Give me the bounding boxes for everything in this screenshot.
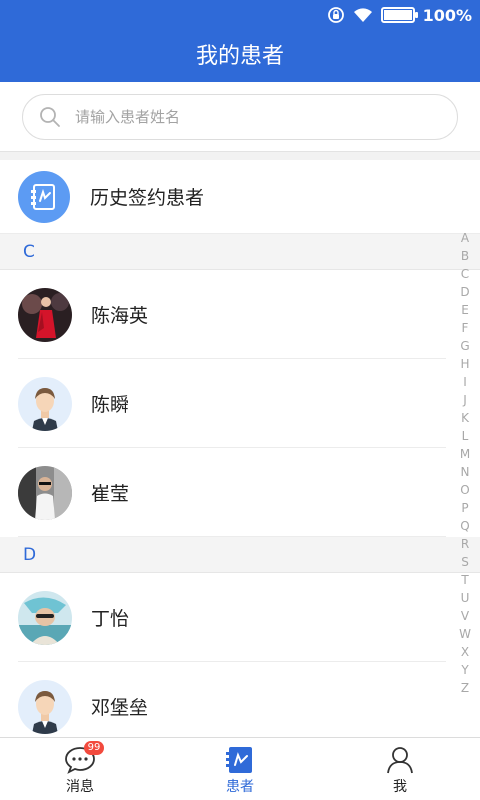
unread-badge: 99 bbox=[84, 741, 104, 755]
index-letter[interactable]: A bbox=[461, 229, 469, 247]
index-letter[interactable]: N bbox=[461, 463, 470, 481]
bottom-tab-bar: 99 消息 患者 我 bbox=[0, 737, 480, 800]
patient-row[interactable]: 陈海英 bbox=[0, 270, 480, 359]
page-title: 我的患者 bbox=[195, 44, 284, 69]
search-input[interactable] bbox=[75, 108, 415, 126]
history-label: 历史签约患者 bbox=[90, 187, 205, 209]
contract-book-icon bbox=[18, 170, 70, 223]
patient-row[interactable]: 崔莹 bbox=[0, 448, 480, 537]
index-letter[interactable]: Y bbox=[461, 661, 468, 679]
battery-level bbox=[383, 10, 412, 20]
index-letter[interactable]: Z bbox=[461, 679, 469, 697]
index-letter[interactable]: X bbox=[461, 643, 469, 661]
index-letter[interactable]: R bbox=[461, 535, 469, 553]
index-letter[interactable]: F bbox=[462, 319, 469, 337]
avatar bbox=[18, 590, 72, 645]
search-area bbox=[0, 82, 480, 152]
search-box[interactable] bbox=[22, 94, 458, 140]
wifi-icon bbox=[353, 7, 373, 23]
index-letter[interactable]: K bbox=[461, 409, 469, 427]
index-letter[interactable]: J bbox=[463, 391, 467, 409]
section-header-d: D bbox=[0, 537, 480, 573]
patient-name: 陈瞬 bbox=[91, 394, 130, 416]
index-letter[interactable]: S bbox=[461, 553, 469, 571]
battery-percentage: 100% bbox=[422, 5, 472, 25]
index-letter[interactable]: I bbox=[463, 373, 467, 391]
patient-row[interactable]: 陈瞬 bbox=[0, 359, 480, 448]
history-signed-patients[interactable]: 历史签约患者 bbox=[0, 160, 480, 234]
index-letter[interactable]: V bbox=[461, 607, 469, 625]
section-header-c: C bbox=[0, 234, 480, 270]
index-letter[interactable]: D bbox=[460, 283, 469, 301]
index-letter[interactable]: G bbox=[460, 337, 469, 355]
avatar bbox=[18, 287, 72, 342]
tab-label: 我 bbox=[393, 779, 407, 795]
index-letter[interactable]: E bbox=[461, 301, 469, 319]
rotation-lock-icon bbox=[327, 6, 345, 24]
avatar bbox=[18, 679, 72, 734]
index-letter[interactable]: P bbox=[461, 499, 468, 517]
search-icon bbox=[40, 107, 60, 127]
status-bar: 100% bbox=[327, 4, 472, 26]
tab-label: 患者 bbox=[226, 779, 254, 795]
index-letter[interactable]: W bbox=[459, 625, 471, 643]
contract-book-icon bbox=[226, 747, 252, 773]
tab-patients[interactable]: 患者 bbox=[160, 738, 320, 800]
battery-icon bbox=[380, 7, 418, 23]
index-letter[interactable]: O bbox=[460, 481, 469, 499]
patient-list: 历史签约患者 C 陈海英 陈瞬 崔莹 D 丁怡 邓堡垒 bbox=[0, 160, 480, 737]
patient-row[interactable]: 邓堡垒 bbox=[0, 662, 480, 737]
patient-row[interactable]: 丁怡 bbox=[0, 573, 480, 662]
app-header: 100% 我的患者 bbox=[0, 0, 480, 82]
index-letter[interactable]: H bbox=[460, 355, 469, 373]
person-icon bbox=[387, 747, 413, 774]
tab-label: 消息 bbox=[66, 779, 94, 795]
index-letter[interactable]: T bbox=[461, 571, 468, 589]
index-letter[interactable]: U bbox=[461, 589, 470, 607]
avatar bbox=[18, 465, 72, 520]
index-letter[interactable]: B bbox=[461, 247, 469, 265]
index-letter[interactable]: C bbox=[461, 265, 469, 283]
patient-name: 邓堡垒 bbox=[91, 697, 149, 719]
patient-name: 丁怡 bbox=[91, 608, 130, 630]
patient-name: 崔莹 bbox=[91, 483, 130, 505]
avatar bbox=[18, 376, 72, 431]
tab-messages[interactable]: 99 消息 bbox=[0, 738, 160, 800]
index-letter[interactable]: M bbox=[460, 445, 470, 463]
index-letter[interactable]: L bbox=[462, 427, 469, 445]
patient-name: 陈海英 bbox=[91, 305, 149, 327]
tab-me[interactable]: 我 bbox=[320, 738, 480, 800]
alphabet-index[interactable]: ABCDEFGHIJKLMNOPQRSTUVWXYZ bbox=[458, 229, 472, 697]
index-letter[interactable]: Q bbox=[460, 517, 469, 535]
